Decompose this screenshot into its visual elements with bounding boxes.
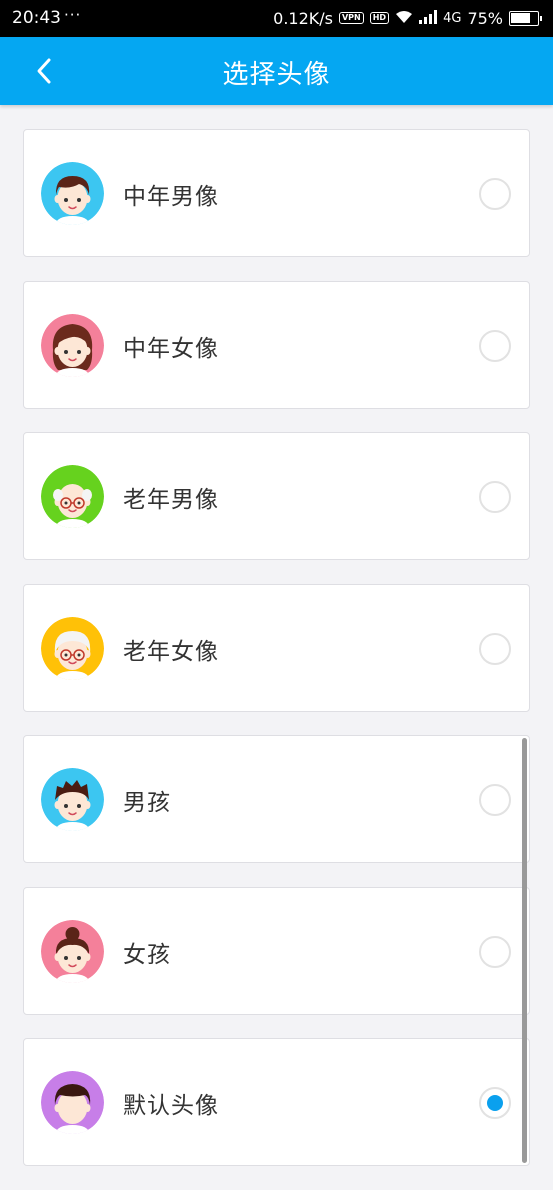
old-woman-avatar-icon [41,616,104,680]
avatar-option-label: 女孩 [123,941,171,968]
wifi-icon [395,9,413,28]
middle-aged-woman-avatar-icon [41,313,104,377]
avatar-option-label: 默认头像 [123,1093,219,1119]
avatar-list: 中年男像 中年女像 老年男像 老年女像 男孩 女孩 默认头像 [23,129,530,1190]
status-time: 20:43 [12,8,61,28]
avatar-option-label: 中年女像 [123,335,219,362]
radio-button[interactable] [479,632,511,665]
girl-avatar-icon [41,919,104,983]
radio-button[interactable] [479,935,511,968]
avatar-option-label: 老年男像 [123,487,219,513]
boy-avatar-icon [41,768,104,831]
battery-fill [511,12,530,23]
middle-aged-man-avatar-icon [41,162,104,225]
avatar-option-label: 老年女像 [123,638,219,665]
radio-button[interactable] [479,178,511,210]
radio-button[interactable] [479,481,511,513]
avatar-option[interactable]: 中年男像 [23,129,530,257]
avatar-option[interactable]: 男孩 [23,735,530,863]
status-right: 0.12K/s VPN HD 4G 75% [273,8,542,28]
battery-percent: 75% [467,8,503,28]
avatar-option[interactable]: 老年女像 [23,583,530,712]
vpn-badge: VPN [338,12,364,24]
network-type: 4G [443,10,462,26]
radio-button[interactable] [479,784,511,816]
avatar-option[interactable]: 女孩 [23,886,530,1015]
radio-button[interactable] [479,1087,511,1119]
page-title: 选择头像 [222,60,331,90]
notification-dots: ··· [64,6,82,24]
app-bar: 选择头像 [0,37,553,105]
avatar-option[interactable]: 老年男像 [23,432,530,560]
avatar-option[interactable]: 中年女像 [23,280,530,409]
old-man-avatar-icon [41,465,104,528]
avatar-option-label: 中年男像 [123,184,219,210]
network-speed: 0.12K/s [273,8,333,28]
status-bar: 20:43 ··· 0.12K/s VPN HD 4G 75% [0,0,553,37]
avatar-option[interactable]: 默认头像 [23,1038,530,1166]
signal-icon [419,9,438,28]
radio-button[interactable] [479,329,511,362]
battery-icon [509,10,542,26]
scrollbar[interactable] [522,738,527,1163]
default-avatar-icon [41,1071,104,1134]
hd-badge: HD [369,12,390,24]
avatar-option-label: 男孩 [123,790,171,816]
